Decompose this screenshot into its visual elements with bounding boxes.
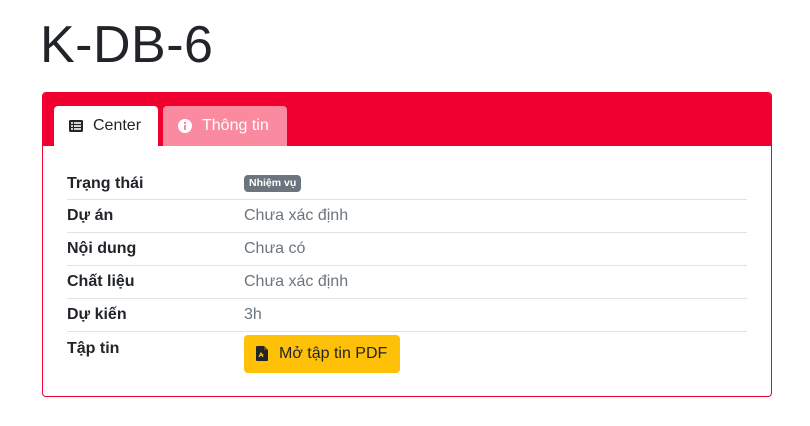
tab-center-label: Center	[93, 117, 142, 134]
status-label: Trạng thái	[67, 174, 144, 192]
project-label: Dự án	[67, 207, 114, 224]
page-title: K-DB-6	[40, 16, 214, 74]
file-label: Tập tin	[67, 340, 120, 357]
detail-row-material: Chất liệu Chưa xác định	[67, 266, 747, 299]
detail-row-project: Dự án Chưa xác định	[67, 200, 747, 233]
file-pdf-icon	[256, 346, 270, 362]
detail-row-content: Nội dung Chưa có	[67, 233, 747, 266]
info-circle-icon	[177, 118, 193, 134]
detail-card: Center Thông tin Trạng thái Nhiệm vụ Dự …	[42, 92, 772, 397]
open-pdf-label: Mở tập tin PDF	[279, 345, 388, 362]
open-pdf-button[interactable]: Mở tập tin PDF	[244, 335, 401, 373]
material-label: Chất liệu	[67, 273, 135, 290]
estimate-value: 3h	[244, 306, 262, 323]
material-value: Chưa xác định	[244, 273, 349, 290]
tab-center[interactable]: Center	[54, 106, 158, 146]
project-value: Chưa xác định	[244, 207, 349, 224]
detail-row-status: Trạng thái Nhiệm vụ	[67, 168, 747, 200]
detail-row-file: Tập tin Mở tập tin PDF	[67, 332, 747, 382]
content-label: Nội dung	[67, 240, 137, 257]
detail-row-estimate: Dự kiến 3h	[67, 299, 747, 332]
content-value: Chưa có	[244, 240, 306, 257]
estimate-label: Dự kiến	[67, 306, 127, 323]
status-badge: Nhiệm vụ	[244, 175, 302, 192]
card-header-tabs: Center Thông tin	[43, 93, 771, 146]
list-icon	[68, 118, 84, 134]
tab-thong-tin[interactable]: Thông tin	[163, 106, 287, 146]
tab-thong-tin-label: Thông tin	[202, 117, 269, 134]
